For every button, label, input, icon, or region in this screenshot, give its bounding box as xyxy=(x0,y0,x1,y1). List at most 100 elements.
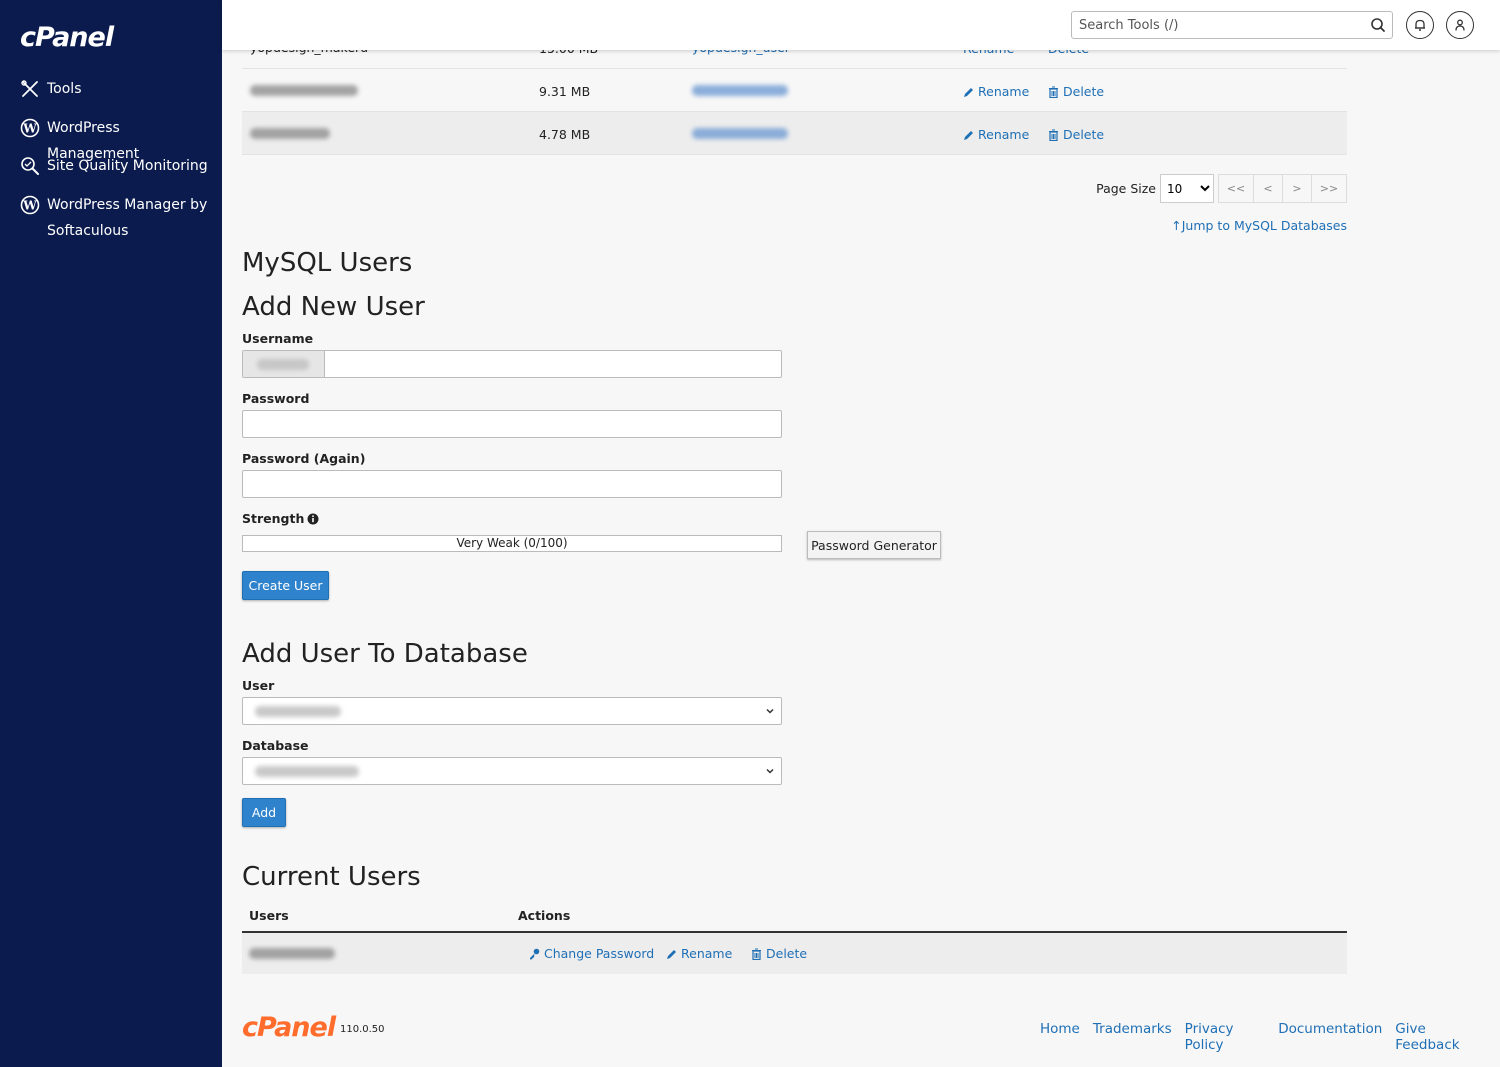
user-select[interactable] xyxy=(242,697,782,725)
magnifier-icon xyxy=(20,156,40,176)
column-header-users: Users xyxy=(249,908,289,923)
cpanel-logo[interactable]: cPanel xyxy=(20,22,114,53)
database-name xyxy=(250,128,330,139)
trash-icon xyxy=(1049,129,1058,141)
strength-label: Strength xyxy=(242,511,319,526)
delete-link[interactable]: Delete xyxy=(1048,84,1104,99)
sidebar-item-site-quality-monitoring[interactable]: Site Quality Monitoring xyxy=(20,153,210,179)
pencil-icon xyxy=(667,949,676,959)
user-icon xyxy=(1455,19,1465,31)
rename-link[interactable]: Rename xyxy=(963,127,1029,142)
user-label: User xyxy=(242,678,275,693)
password-generator-button[interactable]: Password Generator xyxy=(807,531,941,559)
delete-label: Delete xyxy=(766,946,808,961)
password-again-field[interactable] xyxy=(242,470,782,498)
sidebar-item-label: Tools xyxy=(47,81,82,97)
section-title-current-users: Current Users xyxy=(242,862,421,892)
delete-label: Delete xyxy=(1063,84,1105,99)
password-label: Password xyxy=(242,391,310,406)
change-password-label: Change Password xyxy=(544,946,655,961)
search-input[interactable] xyxy=(1072,12,1352,38)
database-user-link[interactable] xyxy=(692,85,788,96)
jump-to-databases-link[interactable]: ↑Jump to MySQL Databases xyxy=(1171,218,1347,233)
password-input[interactable] xyxy=(243,411,781,437)
version-number: 110.0.50 xyxy=(340,1024,385,1035)
top-bar xyxy=(222,0,1500,50)
page-size-label: Page Size xyxy=(1096,181,1156,196)
table-row: 4.78 MB Rename Delete xyxy=(242,112,1347,155)
chevron-down-icon xyxy=(766,708,774,714)
database-user-link[interactable] xyxy=(692,128,788,139)
rename-link[interactable]: Rename xyxy=(963,84,1029,99)
section-title-add-user-to-database: Add User To Database xyxy=(242,639,528,669)
next-page-button[interactable]: > xyxy=(1282,174,1312,203)
footer-link-documentation[interactable]: Documentation xyxy=(1278,1021,1382,1053)
database-size: 9.31 MB xyxy=(539,84,591,99)
notifications-button[interactable] xyxy=(1406,11,1434,39)
user-select-value xyxy=(255,706,341,717)
sidebar-item-label: Site Quality Monitoring xyxy=(47,158,208,174)
search-icon[interactable] xyxy=(1370,17,1386,33)
svg-text:W: W xyxy=(22,122,37,136)
users-table-header: Users Actions xyxy=(242,906,1347,933)
password-field[interactable] xyxy=(242,410,782,438)
wordpress-icon: W xyxy=(20,118,40,138)
username-prefix xyxy=(243,351,325,377)
user-name xyxy=(249,948,335,959)
column-header-actions: Actions xyxy=(518,908,571,923)
create-user-button[interactable]: Create User xyxy=(242,571,329,600)
footer-link-privacy-policy[interactable]: Privacy Policy xyxy=(1185,1021,1266,1053)
sidebar-item-tools[interactable]: Tools xyxy=(20,76,210,102)
database-label: Database xyxy=(242,738,309,753)
table-row: Change Password Rename Delete xyxy=(242,933,1347,974)
pagination: Page Size 10 << < > >> xyxy=(1096,174,1347,203)
database-select[interactable] xyxy=(242,757,782,785)
bell-icon xyxy=(1415,19,1425,31)
chevron-down-icon xyxy=(766,768,774,774)
add-button[interactable]: Add xyxy=(242,798,286,827)
pencil-icon xyxy=(964,130,973,140)
footer-link-give-feedback[interactable]: Give Feedback xyxy=(1395,1021,1482,1053)
pencil-icon xyxy=(964,87,973,97)
tools-icon xyxy=(20,79,40,99)
username-field[interactable] xyxy=(242,350,782,378)
rename-label: Rename xyxy=(681,946,733,961)
password-again-label: Password (Again) xyxy=(242,451,366,466)
change-password-link[interactable]: Change Password xyxy=(529,946,654,961)
delete-label: Delete xyxy=(1063,127,1105,142)
last-page-button[interactable]: >> xyxy=(1311,174,1347,203)
database-size: 4.78 MB xyxy=(539,127,591,142)
sidebar: cPanel Tools W WordPress Management Site… xyxy=(0,0,222,1067)
database-select-value xyxy=(255,766,359,777)
arrow-up-icon: ↑ xyxy=(1171,218,1182,233)
first-page-button[interactable]: << xyxy=(1218,174,1254,203)
password-again-input[interactable] xyxy=(243,471,781,497)
database-name xyxy=(250,85,358,96)
user-menu-button[interactable] xyxy=(1446,11,1474,39)
trash-icon xyxy=(752,948,761,960)
prev-page-button[interactable]: < xyxy=(1253,174,1283,203)
search-box xyxy=(1071,11,1393,39)
footer-link-home[interactable]: Home xyxy=(1040,1021,1080,1053)
footer-links: Home Trademarks Privacy Policy Documenta… xyxy=(1040,1021,1482,1053)
sidebar-item-wordpress-manager-softaculous[interactable]: W WordPress Manager by Softaculous xyxy=(20,192,210,244)
trash-icon xyxy=(1049,86,1058,98)
jump-label: Jump to MySQL Databases xyxy=(1181,218,1347,233)
key-icon xyxy=(530,948,540,959)
section-title-mysql-users: MySQL Users xyxy=(242,248,413,278)
rename-link[interactable]: Rename xyxy=(666,946,732,961)
page-size-select[interactable]: 10 xyxy=(1160,174,1214,203)
username-prefix-text xyxy=(257,358,309,370)
delete-link[interactable]: Delete xyxy=(751,946,807,961)
delete-link[interactable]: Delete xyxy=(1048,127,1104,142)
rename-label: Rename xyxy=(978,84,1030,99)
section-title-add-new-user: Add New User xyxy=(242,292,425,322)
strength-label-text: Strength xyxy=(242,511,305,526)
username-label: Username xyxy=(242,331,314,346)
password-strength-meter: Very Weak (0/100) xyxy=(242,535,782,552)
info-icon[interactable] xyxy=(307,513,319,525)
table-row: 9.31 MB Rename Delete xyxy=(242,69,1347,112)
footer-cpanel-logo: cPanel xyxy=(242,1012,336,1043)
footer-link-trademarks[interactable]: Trademarks xyxy=(1093,1021,1172,1053)
rename-label: Rename xyxy=(978,127,1030,142)
